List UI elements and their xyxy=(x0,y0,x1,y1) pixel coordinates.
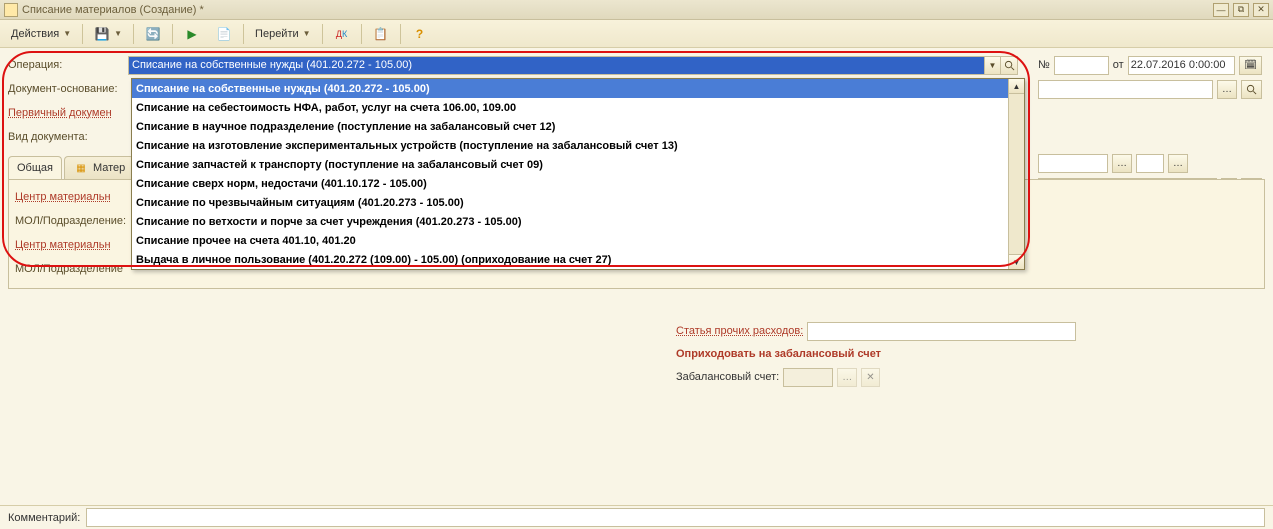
dtct-button[interactable]: ДК xyxy=(327,23,357,45)
dropdown-item[interactable]: Списание прочее на счета 401.10, 401.20 xyxy=(132,231,1024,250)
goto-label: Перейти xyxy=(255,28,299,40)
tab-materials-label: Матер xyxy=(93,162,125,174)
chevron-down-icon: ▼ xyxy=(303,29,311,38)
from-label: от xyxy=(1113,59,1124,71)
comment-field[interactable] xyxy=(86,508,1265,527)
toolbar-separator xyxy=(133,24,134,44)
app-icon xyxy=(4,3,18,17)
ellipsis-button-disabled: … xyxy=(837,368,857,387)
toolbar-separator xyxy=(361,24,362,44)
post-button[interactable]: ▶ xyxy=(177,23,207,45)
calendar-icon: 🗓 xyxy=(1244,60,1257,71)
dtct-icon: ДК xyxy=(334,26,350,42)
offbalance-label: Забалансовый счет: xyxy=(676,371,779,383)
dropdown-item[interactable]: Списание на себестоимость НФА, работ, ус… xyxy=(132,98,1024,117)
operation-value: Списание на собственные нужды (401.20.27… xyxy=(132,59,412,71)
dropdown-item[interactable]: Выдача в личное пользование (401.20.272 … xyxy=(132,250,1024,269)
comment-label: Комментарий: xyxy=(8,512,80,524)
doc-basis-field[interactable] xyxy=(1038,80,1213,99)
magnifier-icon xyxy=(1246,84,1257,95)
toolbar-separator xyxy=(243,24,244,44)
dropdown-item[interactable]: Списание по ветхости и порче за счет учр… xyxy=(132,212,1024,231)
toolbar-separator xyxy=(400,24,401,44)
actions-menu[interactable]: Действия ▼ xyxy=(4,23,78,45)
calendar-button[interactable]: 🗓 xyxy=(1239,56,1262,75)
dropdown-item[interactable]: Списание по чрезвычайным ситуациям (401.… xyxy=(132,193,1024,212)
toolbar-separator xyxy=(322,24,323,44)
dropdown-item[interactable]: Списание сверх норм, недостачи (401.10.1… xyxy=(132,174,1024,193)
clear-button-disabled: ✕ xyxy=(861,368,879,387)
dropdown-scrollbar[interactable]: ▲ ▼ xyxy=(1008,79,1024,269)
save-icon: 💾 xyxy=(94,26,110,42)
lookup-button[interactable] xyxy=(1241,80,1262,99)
grid-icon: ▦ xyxy=(73,160,89,176)
operation-combo[interactable]: Списание на собственные нужды (401.20.27… xyxy=(128,56,984,75)
maximize-button[interactable]: ⧉ xyxy=(1233,3,1249,17)
refresh-button[interactable]: 🔄 xyxy=(138,23,168,45)
num-label: № xyxy=(1038,59,1050,71)
doc-type-label: Вид документа: xyxy=(8,131,128,143)
goto-menu[interactable]: Перейти ▼ xyxy=(248,23,318,45)
operation-label: Операция: xyxy=(8,59,128,71)
operation-dropdown: Списание на собственные нужды (401.20.27… xyxy=(131,78,1025,270)
dropdown-item[interactable]: Списание на собственные нужды (401.20.27… xyxy=(132,79,1024,98)
report-icon: 📄 xyxy=(216,26,232,42)
dropdown-item[interactable]: Списание на изготовление экспериментальн… xyxy=(132,136,1024,155)
help-button[interactable]: ? xyxy=(405,23,435,45)
form-icon: 📋 xyxy=(373,26,389,42)
expense-label[interactable]: Статья прочих расходов: xyxy=(676,325,803,337)
post-heading: Оприходовать на забалансовый счет xyxy=(676,348,1076,360)
toolbar-separator xyxy=(82,24,83,44)
date-value: 22.07.2016 0:00:00 xyxy=(1131,59,1226,71)
offbalance-field xyxy=(783,368,833,387)
expense-field[interactable] xyxy=(807,322,1076,341)
toolbar-separator xyxy=(172,24,173,44)
tab-general-label: Общая xyxy=(17,162,53,174)
doc-basis-label: Документ-основание: xyxy=(8,83,128,95)
primary-doc-label[interactable]: Первичный докумен xyxy=(8,107,128,119)
actions-label: Действия xyxy=(11,28,59,40)
post-icon: ▶ xyxy=(184,26,200,42)
scroll-up-icon[interactable]: ▲ xyxy=(1009,79,1024,94)
operation-lookup-button[interactable] xyxy=(1001,56,1018,75)
close-button[interactable]: ✕ xyxy=(1253,3,1269,17)
save-button[interactable]: 💾▼ xyxy=(87,23,129,45)
window-title: Списание материалов (Создание) * xyxy=(22,4,1213,16)
dropdown-item[interactable]: Списание запчастей к транспорту (поступл… xyxy=(132,155,1024,174)
magnifier-icon xyxy=(1004,60,1015,71)
refresh-icon: 🔄 xyxy=(145,26,161,42)
chevron-down-icon: ▼ xyxy=(63,29,71,38)
titlebar: Списание материалов (Создание) * — ⧉ ✕ xyxy=(0,0,1273,20)
ellipsis-button[interactable]: … xyxy=(1217,80,1237,99)
bottom-bar: Комментарий: xyxy=(0,505,1273,529)
report-button[interactable]: 📄 xyxy=(209,23,239,45)
chevron-down-icon: ▼ xyxy=(114,29,122,38)
form-button[interactable]: 📋 xyxy=(366,23,396,45)
date-field[interactable]: 22.07.2016 0:00:00 xyxy=(1128,56,1236,75)
operation-combo-arrow[interactable]: ▼ xyxy=(984,56,1001,75)
tab-materials[interactable]: ▦ Матер xyxy=(64,156,134,179)
scroll-down-icon[interactable]: ▼ xyxy=(1009,254,1024,269)
toolbar: Действия ▼ 💾▼ 🔄 ▶ 📄 Перейти ▼ ДК 📋 ? xyxy=(0,20,1273,48)
num-field[interactable] xyxy=(1054,56,1109,75)
help-icon: ? xyxy=(412,26,428,42)
minimize-button[interactable]: — xyxy=(1213,3,1229,17)
tab-general[interactable]: Общая xyxy=(8,156,62,179)
dropdown-item[interactable]: Списание в научное подразделение (поступ… xyxy=(132,117,1024,136)
